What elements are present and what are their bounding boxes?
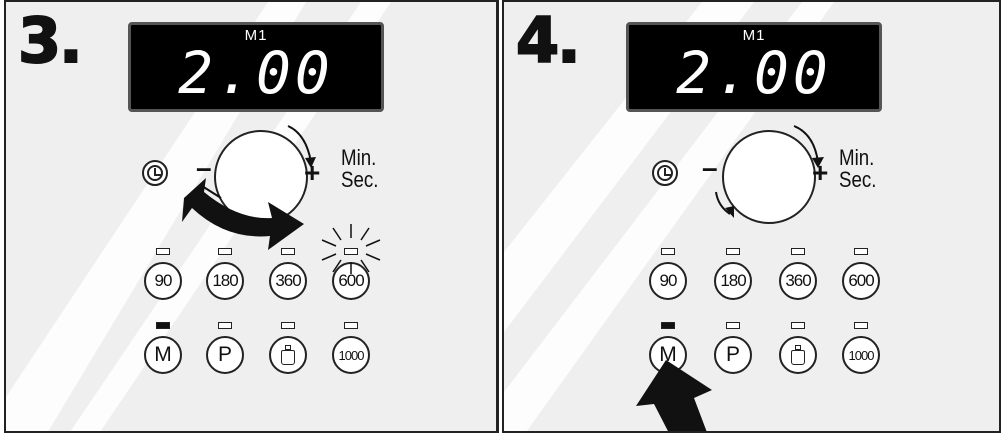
clock-icon[interactable]: [652, 160, 678, 186]
led-180: [726, 248, 740, 255]
dial-plus-label: +: [304, 157, 321, 188]
time-dial[interactable]: [722, 130, 816, 224]
display-time: 2.00: [676, 39, 832, 107]
memory-button[interactable]: M: [649, 336, 687, 374]
led-90: [156, 248, 170, 255]
program-button[interactable]: P: [206, 336, 244, 374]
dial-units: Min. Sec.: [839, 147, 883, 191]
unit-sec: Sec.: [839, 167, 877, 192]
time-dial[interactable]: [214, 130, 308, 224]
step-number: 4.: [515, 3, 582, 78]
led-m: [661, 322, 675, 329]
led-600: [854, 248, 868, 255]
step-number: 3.: [17, 3, 84, 78]
display-time: 2.00: [178, 39, 334, 107]
dial-minus-label: –: [196, 152, 212, 183]
power-button-1000[interactable]: 1000: [332, 336, 370, 374]
led-1000: [344, 322, 358, 329]
power-button-600[interactable]: 600: [842, 262, 880, 300]
led-360: [791, 248, 805, 255]
power-button-180[interactable]: 180: [714, 262, 752, 300]
led-p: [726, 322, 740, 329]
led-1000: [854, 322, 868, 329]
unit-min: Min.: [839, 145, 875, 170]
step-panel-4: 4. M1 2.00 – + Min. Sec. 90 180 360 600 …: [502, 0, 1001, 433]
dial-units: Min. Sec.: [341, 147, 385, 191]
instruction-figure: 3. M1 2.00 – + Min. Sec. 90 180 360 600 …: [0, 0, 1005, 433]
lcd-display: M1 2.00: [626, 22, 882, 112]
power-button-360[interactable]: 360: [779, 262, 817, 300]
power-button-360[interactable]: 360: [269, 262, 307, 300]
led-m: [156, 322, 170, 329]
weight-button[interactable]: [779, 336, 817, 374]
power-button-600[interactable]: 600: [332, 262, 370, 300]
memory-button[interactable]: M: [144, 336, 182, 374]
led-weight: [791, 322, 805, 329]
dial-plus-label: +: [812, 157, 829, 188]
led-90: [661, 248, 675, 255]
program-button[interactable]: P: [714, 336, 752, 374]
unit-sec: Sec.: [341, 167, 379, 192]
power-button-90[interactable]: 90: [649, 262, 687, 300]
clock-icon[interactable]: [142, 160, 168, 186]
power-button-1000[interactable]: 1000: [842, 336, 880, 374]
lcd-display: M1 2.00: [128, 22, 384, 112]
power-button-90[interactable]: 90: [144, 262, 182, 300]
power-button-180[interactable]: 180: [206, 262, 244, 300]
weight-icon: [281, 345, 295, 365]
led-180: [218, 248, 232, 255]
led-weight: [281, 322, 295, 329]
dial-minus-label: –: [702, 152, 718, 183]
led-p: [218, 322, 232, 329]
unit-min: Min.: [341, 145, 377, 170]
weight-icon: [791, 345, 805, 365]
led-360: [281, 248, 295, 255]
weight-button[interactable]: [269, 336, 307, 374]
led-600: [344, 248, 358, 255]
step-panel-3: 3. M1 2.00 – + Min. Sec. 90 180 360 600 …: [4, 0, 499, 433]
